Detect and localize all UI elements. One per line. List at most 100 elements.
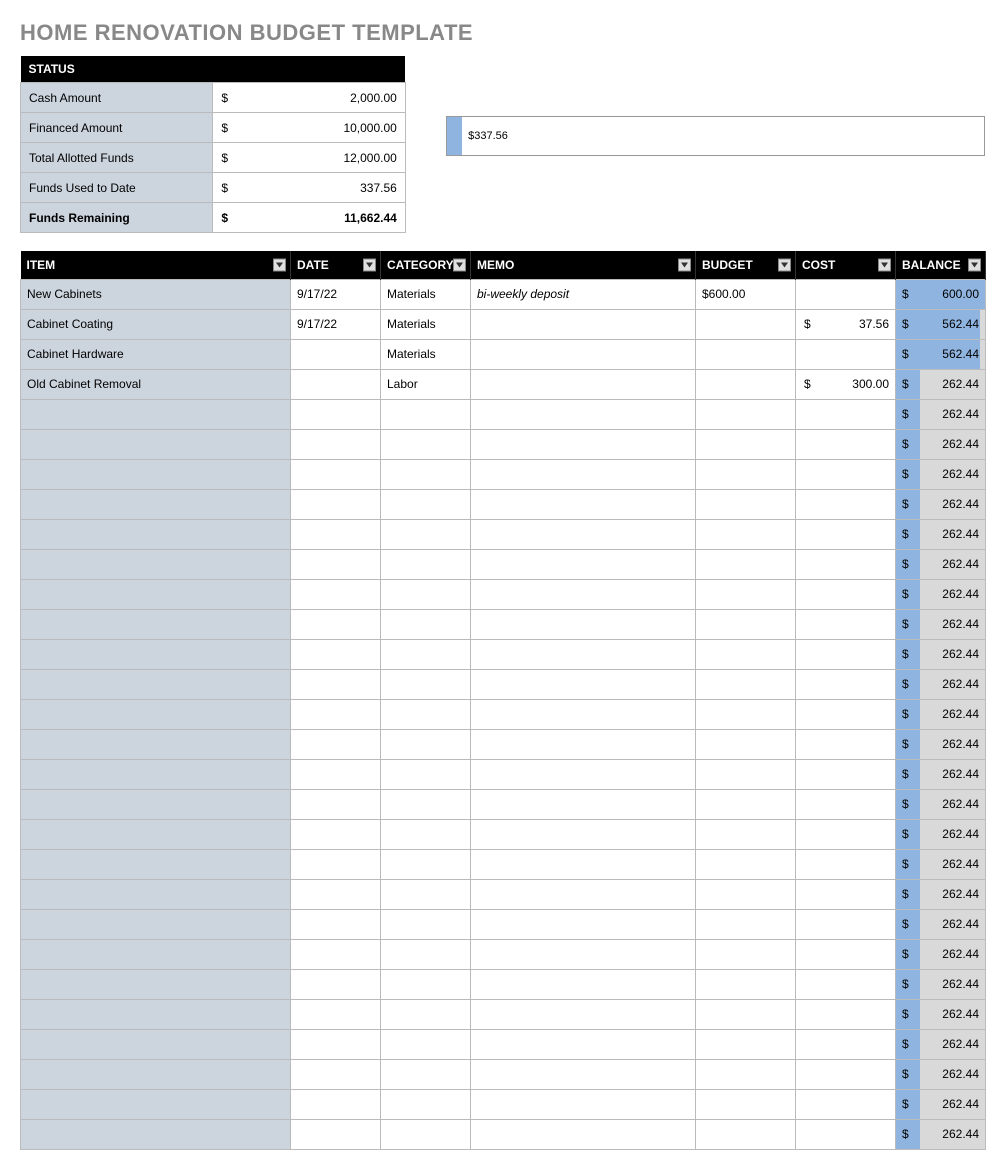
column-header-budget[interactable]: BUDGET xyxy=(696,251,796,279)
cell-item[interactable] xyxy=(21,999,291,1029)
cell-category[interactable] xyxy=(381,579,471,609)
cell-cost[interactable] xyxy=(796,639,896,669)
cell-memo[interactable] xyxy=(471,339,696,369)
cell-budget[interactable] xyxy=(696,639,796,669)
filter-dropdown-icon[interactable] xyxy=(968,258,981,271)
cell-date[interactable] xyxy=(291,429,381,459)
cell-category[interactable] xyxy=(381,639,471,669)
cell-item[interactable] xyxy=(21,579,291,609)
cell-cost[interactable] xyxy=(796,429,896,459)
cell-budget[interactable] xyxy=(696,1119,796,1149)
cell-date[interactable] xyxy=(291,909,381,939)
filter-dropdown-icon[interactable] xyxy=(363,258,376,271)
cell-cost[interactable] xyxy=(796,1029,896,1059)
cell-budget[interactable] xyxy=(696,1029,796,1059)
cell-item[interactable] xyxy=(21,399,291,429)
cell-item[interactable] xyxy=(21,1119,291,1149)
cell-memo[interactable] xyxy=(471,549,696,579)
cell-memo[interactable] xyxy=(471,729,696,759)
cell-date[interactable] xyxy=(291,789,381,819)
cell-cost[interactable] xyxy=(796,609,896,639)
cell-cost[interactable] xyxy=(796,789,896,819)
cell-category[interactable]: Materials xyxy=(381,309,471,339)
cell-date[interactable] xyxy=(291,819,381,849)
cell-item[interactable] xyxy=(21,669,291,699)
cell-cost[interactable] xyxy=(796,819,896,849)
cell-cost[interactable] xyxy=(796,489,896,519)
cell-cost[interactable] xyxy=(796,279,896,309)
cell-item[interactable] xyxy=(21,1029,291,1059)
cell-memo[interactable] xyxy=(471,309,696,339)
filter-dropdown-icon[interactable] xyxy=(273,258,286,271)
cell-category[interactable] xyxy=(381,999,471,1029)
cell-date[interactable] xyxy=(291,549,381,579)
cell-budget[interactable] xyxy=(696,819,796,849)
filter-dropdown-icon[interactable] xyxy=(453,258,466,271)
cell-budget[interactable] xyxy=(696,999,796,1029)
cell-category[interactable] xyxy=(381,459,471,489)
cell-memo[interactable] xyxy=(471,609,696,639)
cell-budget[interactable]: $600.00 xyxy=(696,279,796,309)
cell-memo[interactable] xyxy=(471,489,696,519)
cell-memo[interactable] xyxy=(471,579,696,609)
cell-item[interactable]: Cabinet Hardware xyxy=(21,339,291,369)
cell-cost[interactable] xyxy=(796,1059,896,1089)
cell-date[interactable] xyxy=(291,579,381,609)
cell-category[interactable] xyxy=(381,489,471,519)
cell-budget[interactable] xyxy=(696,339,796,369)
cell-item[interactable] xyxy=(21,639,291,669)
cell-budget[interactable] xyxy=(696,969,796,999)
cell-budget[interactable] xyxy=(696,759,796,789)
cell-cost[interactable] xyxy=(796,339,896,369)
cell-memo[interactable]: bi-weekly deposit xyxy=(471,279,696,309)
cell-budget[interactable] xyxy=(696,489,796,519)
cell-budget[interactable] xyxy=(696,909,796,939)
cell-date[interactable] xyxy=(291,939,381,969)
cell-date[interactable] xyxy=(291,399,381,429)
cell-cost[interactable]: $37.56 xyxy=(796,309,896,339)
cell-memo[interactable] xyxy=(471,999,696,1029)
cell-cost[interactable] xyxy=(796,699,896,729)
column-header-cost[interactable]: COST xyxy=(796,251,896,279)
cell-budget[interactable] xyxy=(696,939,796,969)
cell-cost[interactable] xyxy=(796,939,896,969)
cell-cost[interactable] xyxy=(796,399,896,429)
cell-item[interactable]: Old Cabinet Removal xyxy=(21,369,291,399)
cell-item[interactable] xyxy=(21,819,291,849)
cell-item[interactable] xyxy=(21,549,291,579)
cell-date[interactable]: 9/17/22 xyxy=(291,279,381,309)
cell-budget[interactable] xyxy=(696,549,796,579)
cell-date[interactable] xyxy=(291,729,381,759)
cell-memo[interactable] xyxy=(471,1029,696,1059)
cell-cost[interactable] xyxy=(796,759,896,789)
cell-cost[interactable] xyxy=(796,1089,896,1119)
cell-date[interactable] xyxy=(291,489,381,519)
cell-item[interactable] xyxy=(21,1059,291,1089)
cell-category[interactable] xyxy=(381,939,471,969)
column-header-item[interactable]: ITEM xyxy=(21,251,291,279)
cell-memo[interactable] xyxy=(471,939,696,969)
cell-memo[interactable] xyxy=(471,369,696,399)
cell-date[interactable] xyxy=(291,1029,381,1059)
cell-date[interactable] xyxy=(291,999,381,1029)
cell-date[interactable] xyxy=(291,639,381,669)
cell-category[interactable] xyxy=(381,549,471,579)
cell-category[interactable]: Materials xyxy=(381,279,471,309)
cell-budget[interactable] xyxy=(696,309,796,339)
cell-cost[interactable] xyxy=(796,909,896,939)
cell-item[interactable]: Cabinet Coating xyxy=(21,309,291,339)
cell-date[interactable] xyxy=(291,759,381,789)
cell-memo[interactable] xyxy=(471,909,696,939)
filter-dropdown-icon[interactable] xyxy=(778,258,791,271)
cell-budget[interactable] xyxy=(696,729,796,759)
cell-memo[interactable] xyxy=(471,1059,696,1089)
cell-category[interactable] xyxy=(381,399,471,429)
cell-date[interactable] xyxy=(291,1089,381,1119)
cell-category[interactable] xyxy=(381,729,471,759)
cell-date[interactable] xyxy=(291,879,381,909)
cell-cost[interactable] xyxy=(796,519,896,549)
cell-date[interactable] xyxy=(291,369,381,399)
cell-memo[interactable] xyxy=(471,399,696,429)
cell-item[interactable] xyxy=(21,609,291,639)
cell-cost[interactable] xyxy=(796,849,896,879)
